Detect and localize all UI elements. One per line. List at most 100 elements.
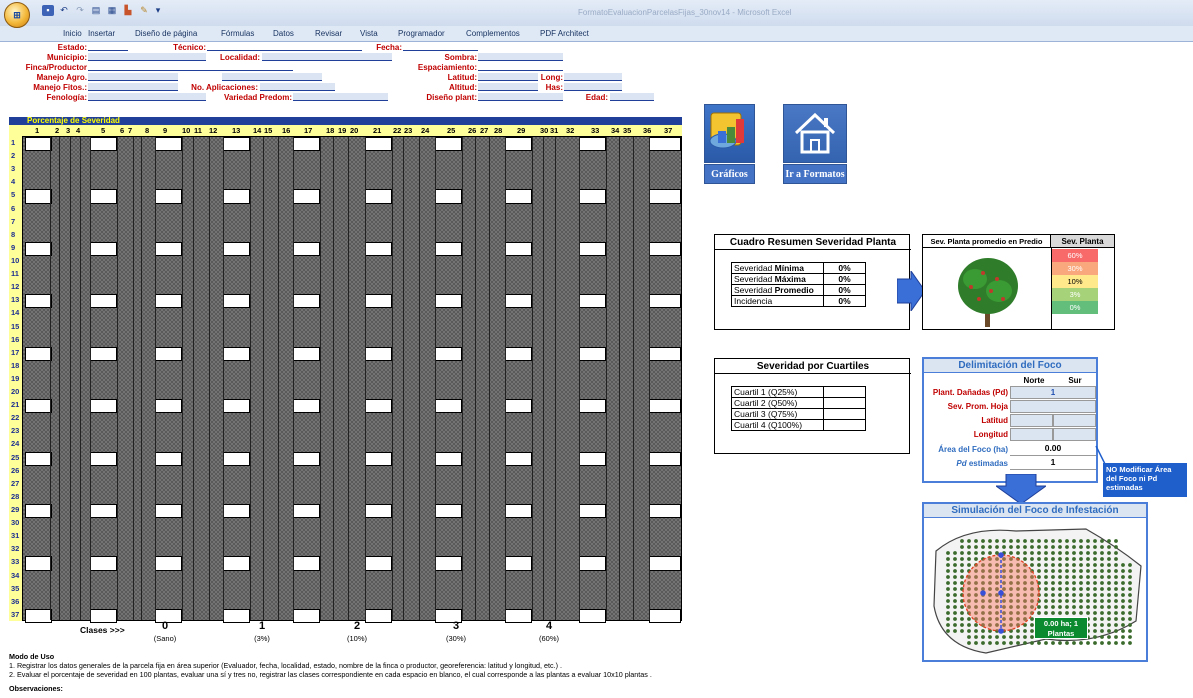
severity-entry-cell[interactable]: [155, 451, 182, 466]
severity-entry-cell[interactable]: [365, 399, 392, 414]
severity-entry-cell[interactable]: [90, 189, 117, 204]
severity-entry-cell[interactable]: [435, 399, 462, 414]
severity-entry-cell[interactable]: [293, 556, 320, 571]
severity-entry-cell[interactable]: [25, 504, 52, 519]
severity-entry-cell[interactable]: [435, 451, 462, 466]
severity-entry-cell[interactable]: [293, 451, 320, 466]
severity-entry-cell[interactable]: [435, 137, 462, 152]
severity-entry-cell[interactable]: [365, 294, 392, 309]
severity-entry-cell[interactable]: [293, 346, 320, 361]
severity-entry-cell[interactable]: [155, 399, 182, 414]
severity-entry-cell[interactable]: [505, 294, 532, 309]
severity-entry-cell[interactable]: [435, 241, 462, 256]
severity-entry-cell[interactable]: [223, 399, 250, 414]
office-button[interactable]: ⊞: [4, 2, 30, 28]
severity-entry-cell[interactable]: [505, 137, 532, 152]
chart-icon[interactable]: ▙: [122, 5, 134, 16]
tab-vista[interactable]: Vista: [360, 29, 378, 38]
severity-entry-cell[interactable]: [155, 137, 182, 152]
severity-entry-cell[interactable]: [90, 346, 117, 361]
field-estado[interactable]: [88, 43, 128, 51]
severity-entry-cell[interactable]: [365, 189, 392, 204]
severity-entry-cell[interactable]: [155, 556, 182, 571]
severity-entry-cell[interactable]: [293, 189, 320, 204]
field-has[interactable]: [564, 83, 622, 91]
severity-entry-cell[interactable]: [90, 294, 117, 309]
severity-entry-cell[interactable]: [223, 451, 250, 466]
field-manejo-agro-2[interactable]: [222, 73, 322, 81]
field-sombra[interactable]: [478, 53, 563, 61]
save-icon[interactable]: ▪: [42, 5, 54, 16]
severity-entry-cell[interactable]: [223, 608, 250, 623]
severity-entry-cell[interactable]: [25, 451, 52, 466]
severity-entry-cell[interactable]: [25, 137, 52, 152]
severity-entry-cell[interactable]: [579, 556, 606, 571]
severity-entry-cell[interactable]: [25, 608, 52, 623]
foco-pd-value[interactable]: 1: [1010, 386, 1096, 399]
severity-entry-cell[interactable]: [223, 137, 250, 152]
foco-sev-prom-value[interactable]: [1010, 400, 1096, 413]
dropdown-icon[interactable]: ▾: [154, 5, 162, 16]
severity-entry-cell[interactable]: [579, 346, 606, 361]
severity-entry-cell[interactable]: [579, 451, 606, 466]
field-no-aplicaciones[interactable]: [260, 83, 335, 91]
field-municipio[interactable]: [88, 53, 206, 61]
foco-latitud-sur[interactable]: [1053, 414, 1096, 427]
severity-entry-cell[interactable]: [90, 399, 117, 414]
form-icon[interactable]: ▤: [90, 5, 102, 16]
severity-entry-cell[interactable]: [435, 556, 462, 571]
severity-entry-cell[interactable]: [25, 189, 52, 204]
tab-programador[interactable]: Programador: [398, 29, 445, 38]
severity-entry-cell[interactable]: [365, 137, 392, 152]
severity-entry-cell[interactable]: [293, 504, 320, 519]
field-diseno[interactable]: [478, 93, 563, 101]
severity-entry-cell[interactable]: [223, 504, 250, 519]
field-tecnico[interactable]: [207, 43, 362, 51]
severity-entry-cell[interactable]: [649, 241, 681, 256]
tab-datos[interactable]: Datos: [273, 29, 294, 38]
severity-entry-cell[interactable]: [579, 241, 606, 256]
severity-entry-cell[interactable]: [90, 451, 117, 466]
severity-entry-cell[interactable]: [365, 504, 392, 519]
field-manejo-agro[interactable]: [88, 73, 178, 81]
severity-entry-cell[interactable]: [435, 189, 462, 204]
graficos-label[interactable]: Gráficos: [704, 164, 755, 184]
field-fecha[interactable]: [403, 43, 478, 51]
severity-entry-cell[interactable]: [90, 137, 117, 152]
severity-entry-cell[interactable]: [649, 451, 681, 466]
severity-entry-cell[interactable]: [649, 556, 681, 571]
severity-entry-cell[interactable]: [649, 189, 681, 204]
foco-longitud-norte[interactable]: [1010, 428, 1053, 441]
severity-entry-cell[interactable]: [579, 137, 606, 152]
severity-entry-cell[interactable]: [25, 346, 52, 361]
severity-entry-cell[interactable]: [223, 346, 250, 361]
severity-entry-cell[interactable]: [155, 346, 182, 361]
field-edad[interactable]: [610, 93, 654, 101]
severity-entry-cell[interactable]: [155, 189, 182, 204]
field-altitud[interactable]: [478, 83, 538, 91]
severity-entry-cell[interactable]: [25, 241, 52, 256]
severity-entry-cell[interactable]: [579, 294, 606, 309]
severity-entry-cell[interactable]: [90, 241, 117, 256]
severity-entry-cell[interactable]: [435, 294, 462, 309]
severity-entry-cell[interactable]: [579, 608, 606, 623]
severity-entry-cell[interactable]: [90, 608, 117, 623]
severity-entry-cell[interactable]: [293, 399, 320, 414]
severity-entry-cell[interactable]: [505, 241, 532, 256]
severity-entry-cell[interactable]: [579, 504, 606, 519]
severity-entry-cell[interactable]: [435, 346, 462, 361]
tab-complementos[interactable]: Complementos: [466, 29, 520, 38]
field-fenologia[interactable]: [88, 93, 206, 101]
tab-insertar[interactable]: Insertar: [88, 29, 115, 38]
tab-diseno-pagina[interactable]: Diseño de página: [135, 29, 197, 38]
severity-entry-cell[interactable]: [579, 189, 606, 204]
severity-entry-cell[interactable]: [505, 451, 532, 466]
severity-entry-cell[interactable]: [293, 137, 320, 152]
severity-entry-cell[interactable]: [505, 399, 532, 414]
severity-entry-cell[interactable]: [223, 189, 250, 204]
tab-formulas[interactable]: Fórmulas: [221, 29, 254, 38]
severity-entry-cell[interactable]: [223, 556, 250, 571]
foco-longitud-sur[interactable]: [1053, 428, 1096, 441]
severity-entry-cell[interactable]: [293, 294, 320, 309]
severity-entry-cell[interactable]: [649, 504, 681, 519]
